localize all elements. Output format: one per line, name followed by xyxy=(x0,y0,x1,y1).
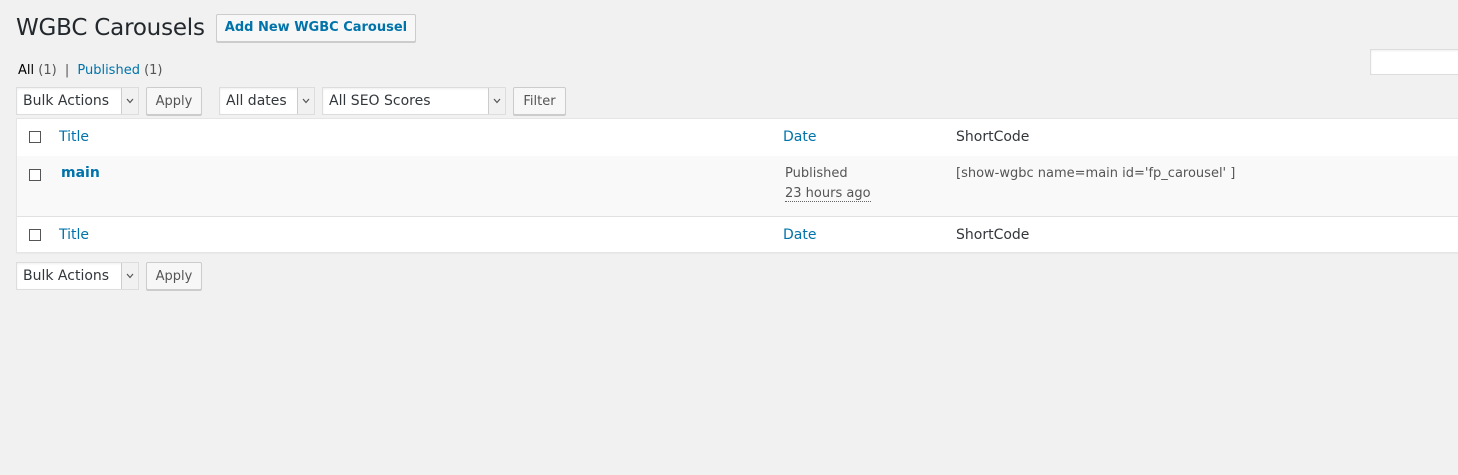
view-published-link[interactable]: Published xyxy=(77,63,140,78)
bulk-actions-value: Bulk Actions xyxy=(23,93,110,109)
seo-scores-value: All SEO Scores xyxy=(329,93,431,109)
select-all-checkbox[interactable] xyxy=(29,131,41,143)
filter-button[interactable]: Filter xyxy=(513,87,566,115)
view-all-count: (1) xyxy=(38,63,57,78)
search-input[interactable] xyxy=(1370,49,1458,75)
column-date-sort-footer[interactable]: Date xyxy=(783,227,816,243)
bulk-actions-select-top[interactable]: Bulk Actions xyxy=(16,87,139,115)
view-published-count: (1) xyxy=(144,63,163,78)
row-status: Published xyxy=(785,166,848,181)
table-row: main Published 23 hours ago [show-wgbc n… xyxy=(17,156,1458,216)
seo-scores-filter-select[interactable]: All SEO Scores xyxy=(322,87,506,115)
chevron-down-icon xyxy=(121,263,138,289)
bulk-actions-select-bottom[interactable]: Bulk Actions xyxy=(16,262,139,290)
apply-button-top[interactable]: Apply xyxy=(146,87,202,115)
column-title-sort[interactable]: Title xyxy=(59,129,89,145)
add-new-carousel-button[interactable]: Add New WGBC Carousel xyxy=(215,14,417,42)
apply-button-bottom[interactable]: Apply xyxy=(146,262,202,290)
table-header-row: Title Date ShortCode xyxy=(17,119,1458,157)
row-shortcode: [show-wgbc name=main id='fp_carousel' ] xyxy=(956,166,1236,181)
row-title-link[interactable]: main xyxy=(61,165,100,181)
column-date-sort[interactable]: Date xyxy=(783,129,816,145)
page-title: WGBC Carousels xyxy=(16,15,205,41)
column-shortcode-header: ShortCode xyxy=(956,129,1030,145)
view-all-link[interactable]: All xyxy=(18,63,34,78)
chevron-down-icon xyxy=(488,88,505,114)
table-footer-row: Title Date ShortCode xyxy=(17,216,1458,254)
dates-filter-select[interactable]: All dates xyxy=(219,87,315,115)
page-header: WGBC Carousels Add New WGBC Carousel xyxy=(16,14,417,42)
dates-filter-value: All dates xyxy=(226,93,287,109)
row-date: 23 hours ago xyxy=(785,186,871,202)
chevron-down-icon xyxy=(121,88,138,114)
row-checkbox[interactable] xyxy=(29,169,41,181)
column-title-sort-footer[interactable]: Title xyxy=(59,227,89,243)
view-separator: | xyxy=(64,63,70,78)
carousels-table: Title Date ShortCode main Published 23 h… xyxy=(16,118,1458,253)
bulk-actions-value: Bulk Actions xyxy=(23,268,110,284)
column-shortcode-footer: ShortCode xyxy=(956,227,1030,243)
view-filters: All (1) | Published (1) xyxy=(18,63,163,78)
select-all-checkbox-footer[interactable] xyxy=(29,229,41,241)
chevron-down-icon xyxy=(297,88,314,114)
